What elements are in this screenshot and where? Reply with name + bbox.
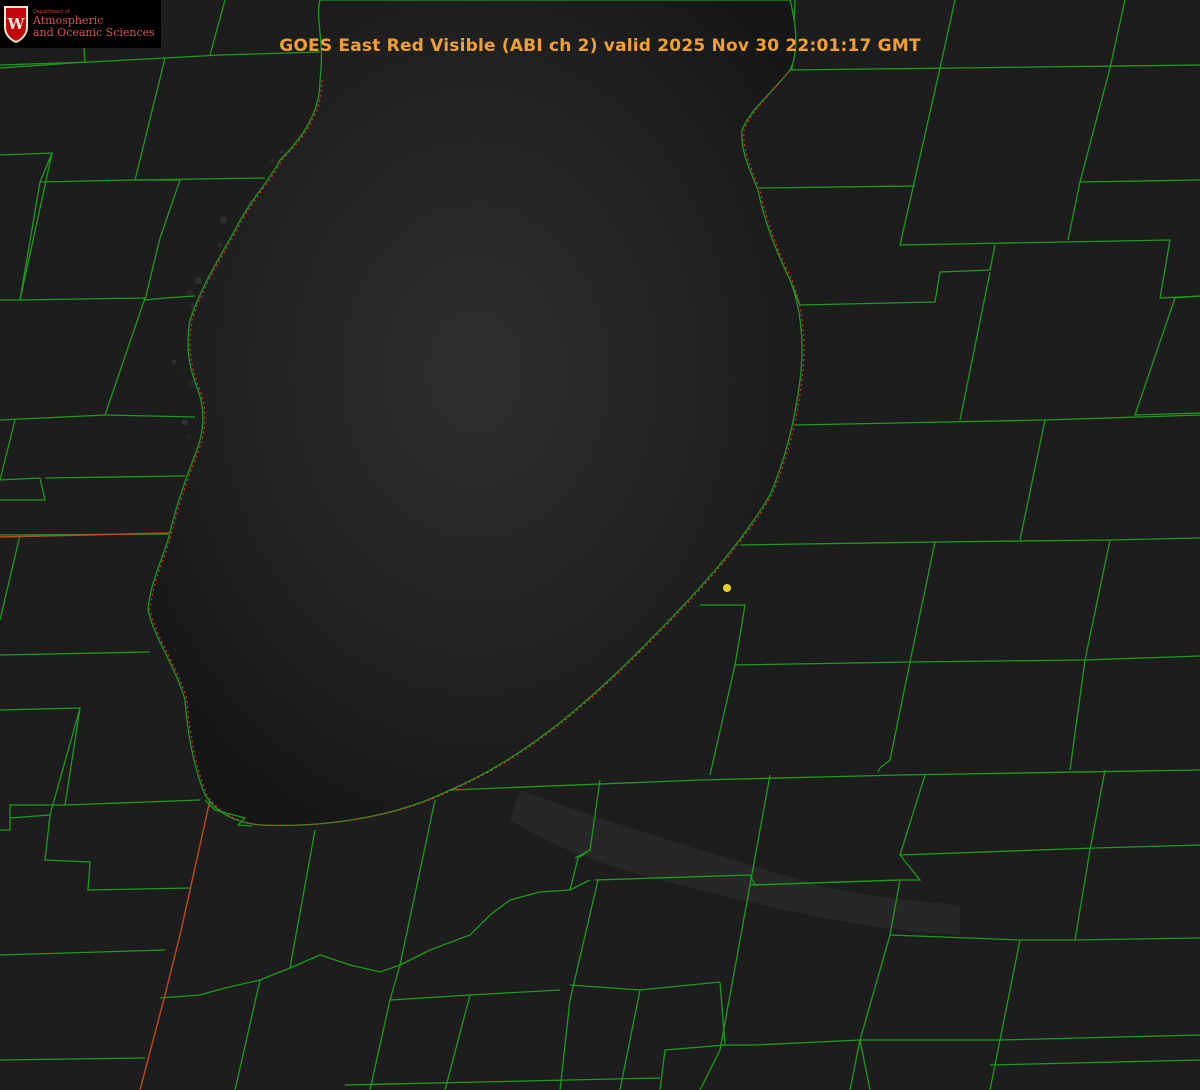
satellite-viewer: W Department of Atmospheric and Oceanic …: [0, 0, 1200, 1090]
logo-text: Department of Atmospheric and Oceanic Sc…: [33, 9, 155, 38]
image-title: GOES East Red Visible (ABI ch 2) valid 2…: [279, 36, 921, 56]
logo-line1: Atmospheric: [33, 14, 104, 28]
satellite-map: [0, 0, 1200, 1090]
location-marker-icon: [723, 584, 731, 592]
svg-text:W: W: [7, 15, 26, 33]
